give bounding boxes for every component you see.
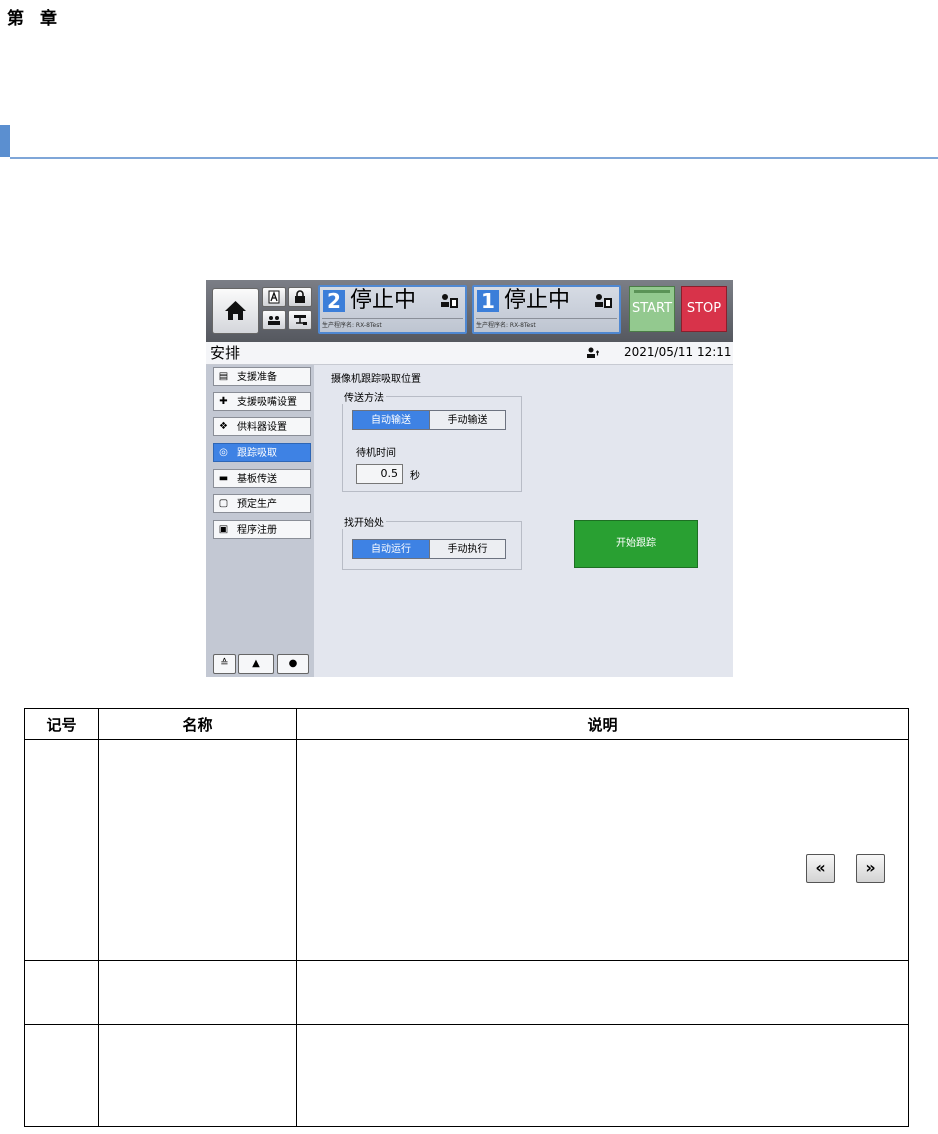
- screen-title: 安排: [210, 344, 241, 362]
- sidebar-item-label: 基板传送: [237, 474, 277, 485]
- start-label: START: [631, 301, 673, 316]
- section-rule: [10, 157, 938, 159]
- wait-time-label: 待机时间: [356, 448, 396, 459]
- wait-time-unit: 秒: [410, 471, 420, 482]
- next-page-button[interactable]: »: [856, 854, 885, 883]
- network-icon: [294, 315, 307, 325]
- manual-mode-button[interactable]: [262, 287, 286, 307]
- table-cell: [98, 739, 297, 961]
- column-header-symbol: 记号: [24, 708, 99, 740]
- table-cell: [24, 739, 99, 961]
- sidebar-item-label: 预定生产: [237, 499, 277, 510]
- auto-run-button[interactable]: 自动运行: [352, 539, 430, 559]
- screen-title-bar: 安排 2021/05/11 12:11: [206, 342, 733, 365]
- alarm-button[interactable]: ▲: [238, 654, 274, 674]
- table-row: [24, 739, 909, 961]
- lock-button[interactable]: [288, 287, 312, 307]
- program-name: 生产程序名: RX-8Test: [476, 318, 617, 329]
- chapter-heading: 第章: [7, 4, 73, 29]
- prev-page-button[interactable]: «: [806, 854, 835, 883]
- lane-status-text: 停止中: [350, 288, 417, 313]
- table-cell: [296, 739, 909, 961]
- lane-status-text: 停止中: [504, 288, 571, 313]
- table-cell: [24, 960, 99, 1025]
- sidebar-item-tracking[interactable]: ◎ 跟踪吸取: [213, 443, 311, 462]
- manual-transfer-button[interactable]: 手动输送: [429, 410, 506, 430]
- start-tracking-button[interactable]: 开始跟踪: [574, 520, 698, 568]
- table-cell: [24, 1024, 99, 1127]
- double-chevron-right-icon: »: [865, 858, 876, 877]
- nozzle-icon: ✚: [219, 396, 228, 407]
- lane-number: 1: [477, 290, 499, 312]
- auto-transfer-button[interactable]: 自动输送: [352, 410, 430, 430]
- home-icon: [225, 301, 246, 320]
- tracking-icon: ◎: [219, 447, 228, 458]
- table-cell: [296, 960, 909, 1025]
- table-row: [24, 960, 909, 1025]
- users-button[interactable]: [262, 310, 286, 330]
- sidebar-item-schedule[interactable]: ▢ 预定生产: [213, 494, 311, 513]
- table-row: [24, 1024, 909, 1127]
- lane-1-status[interactable]: 1 停止中 生产程序名: RX-8Test: [472, 285, 621, 334]
- sidebar-item-nozzle[interactable]: ✚ 支援吸嘴设置: [213, 392, 311, 411]
- table-cell: [98, 960, 297, 1025]
- double-chevron-up-icon: ≙: [220, 658, 229, 669]
- column-header-name: 名称: [98, 708, 297, 740]
- sidebar-item-board-transfer[interactable]: ▬ 基板传送: [213, 469, 311, 488]
- operator-clipboard-icon: [595, 294, 612, 308]
- lane-2-status[interactable]: 2 停止中 生产程序名: RX-8Test: [318, 285, 467, 334]
- table-cell: [296, 1024, 909, 1127]
- table-cell: [98, 1024, 297, 1127]
- stop-label: STOP: [686, 301, 722, 316]
- column-header-description: 说明: [296, 708, 909, 740]
- section-marker: [0, 125, 10, 157]
- wait-time-input[interactable]: 0.5: [356, 464, 403, 484]
- description-table: 记号 名称 说明: [24, 708, 909, 1127]
- sidebar-item-label: 跟踪吸取: [237, 448, 277, 459]
- double-chevron-left-icon: «: [815, 858, 826, 877]
- support-prep-icon: ▤: [218, 371, 229, 382]
- stop-button[interactable]: STOP: [681, 286, 727, 332]
- start-button[interactable]: START: [629, 286, 675, 332]
- schedule-icon: ▢: [218, 498, 229, 509]
- program-register-icon: ▣: [218, 524, 229, 535]
- sidebar-item-label: 支援准备: [237, 372, 277, 383]
- home-button[interactable]: [212, 288, 259, 334]
- sidebar-item-label: 供料器设置: [237, 422, 287, 433]
- sidebar: ▤ 支援准备 ✚ 支援吸嘴设置 ❖ 供料器设置 ◎ 跟踪吸取 ▬ 基板传送 ▢ …: [206, 365, 314, 677]
- board-transfer-icon: ▬: [218, 473, 229, 484]
- sidebar-item-label: 支援吸嘴设置: [237, 397, 297, 408]
- table-header-row: 记号 名称 说明: [24, 708, 909, 740]
- collapse-button[interactable]: ≙: [213, 654, 236, 674]
- program-name: 生产程序名: RX-8Test: [322, 318, 463, 329]
- letter-a-icon: [268, 290, 280, 304]
- sidebar-item-label: 程序注册: [237, 525, 277, 536]
- sidebar-item-support-prep[interactable]: ▤ 支援准备: [213, 367, 311, 386]
- main-title: 摄像机跟踪吸取位置: [331, 374, 421, 385]
- operator-clipboard-icon: [441, 294, 458, 308]
- chapter-char-1: 第: [7, 9, 24, 29]
- find-start-label: 找开始处: [342, 514, 386, 529]
- network-button[interactable]: [288, 310, 312, 330]
- sidebar-item-feeder[interactable]: ❖ 供料器设置: [213, 417, 311, 436]
- transfer-method-label: 传送方法: [342, 389, 386, 404]
- sidebar-item-program-register[interactable]: ▣ 程序注册: [213, 520, 311, 539]
- operator-icon: [587, 347, 599, 358]
- warning-icon: ▲: [252, 658, 260, 669]
- lane-number: 2: [323, 290, 345, 312]
- users-icon: [268, 316, 280, 325]
- manual-run-button[interactable]: 手动执行: [429, 539, 506, 559]
- feeder-icon: ❖: [219, 421, 228, 432]
- machine-screen: 2 停止中 生产程序名: RX-8Test 1 停止中 生产程序名: RX-8T…: [206, 280, 733, 677]
- start-indicator: [634, 290, 670, 293]
- top-bar: 2 停止中 生产程序名: RX-8Test 1 停止中 生产程序名: RX-8T…: [206, 280, 733, 342]
- datetime: 2021/05/11 12:11: [624, 345, 732, 359]
- info-icon: ●: [288, 658, 298, 669]
- chapter-char-2: 章: [40, 9, 57, 29]
- lock-icon: [295, 290, 305, 303]
- info-button[interactable]: ●: [277, 654, 309, 674]
